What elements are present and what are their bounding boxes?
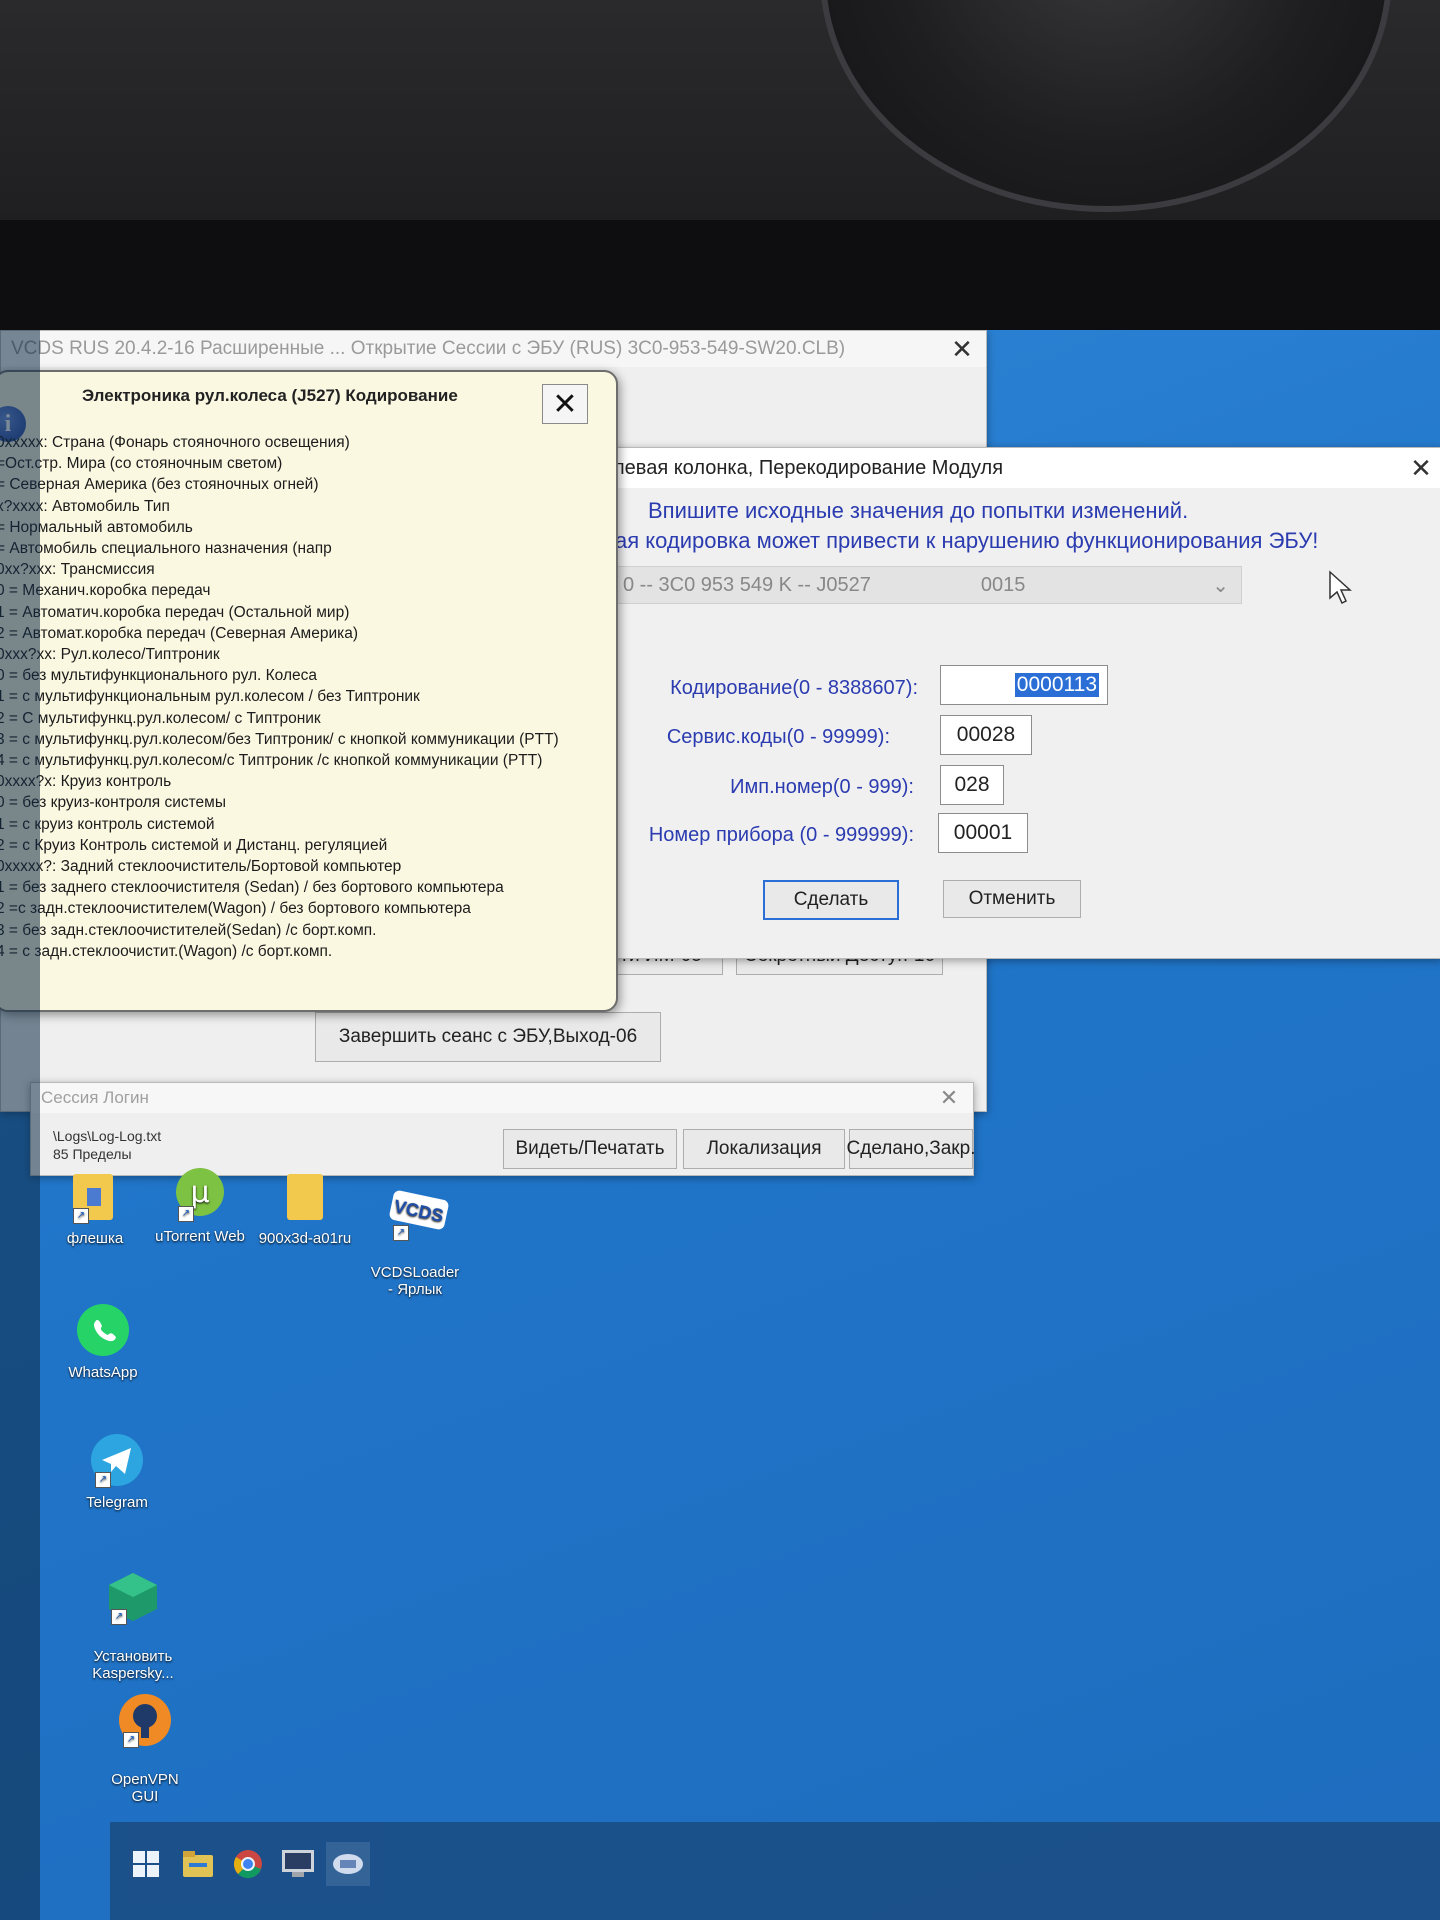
log-window-close-button[interactable]: ✕ — [935, 1084, 963, 1112]
info-line: 2 =с задн.стеклоочистителем(Wagon) / без… — [0, 900, 471, 918]
log-window-title: Сессия Логин — [41, 1088, 149, 1107]
coding-dialog-close-button[interactable]: ✕ — [1407, 454, 1435, 482]
warning-line-2: ая кодировка может привести к нарушению … — [615, 528, 1319, 553]
device-number-label: Номер прибора (0 - 999999): — [648, 824, 914, 846]
info-line: 4 = с задн.стеклоочистит.(Wagon) /с борт… — [0, 942, 333, 960]
log-path: \Logs\Log-Log.txt 85 Пределы — [53, 1127, 161, 1163]
close-icon: ✕ — [552, 387, 578, 421]
log-window-titlebar: Сессия Логин ✕ — [31, 1083, 973, 1113]
info-line: 0 = без мультифункционального рул. Колес… — [0, 667, 317, 685]
done-close-button[interactable]: Сделано,Закр. — [847, 1129, 975, 1169]
module-code: 0015 — [980, 573, 1026, 596]
service-code-label: Сервис.коды(0 - 99999): — [666, 726, 890, 748]
log-file-path: \Logs\Log-Log.txt — [53, 1128, 162, 1144]
info-line: 3 = с мультифункц.рул.колесом/без Типтро… — [0, 730, 559, 748]
file-explorer-icon[interactable] — [176, 1842, 220, 1886]
info-line: 3 = без задн.стеклоочистителей(Sedan) /с… — [0, 921, 377, 939]
desktop-icon-vcdsloader[interactable]: VCDS ↗ VCDSLoader - Ярлык — [360, 1168, 470, 1315]
info-line: 1 = с мультифункциональным рул.колесом /… — [0, 688, 420, 706]
info-line: 2 = с Круиз Контроль системой и Дистанц.… — [0, 836, 388, 854]
info-line: 1 = Автоматич.коробка передач (Остальной… — [0, 603, 350, 621]
chevron-down-icon[interactable]: ⌄ — [1212, 573, 1229, 598]
desktop-icon-utorrent[interactable]: µ ↗ uTorrent Web — [145, 1166, 255, 1245]
screen-edge-shadow — [0, 330, 40, 1920]
info-line: = Автомобиль специального назначения (на… — [0, 540, 332, 558]
info-line: 0 = без круиз-контроля системы — [0, 794, 226, 812]
info-line: 4 = с мультифункц.рул.колесом/с Типтрони… — [0, 752, 543, 770]
cancel-button[interactable]: Отменить — [943, 880, 1081, 918]
coding-input[interactable]: 0000113 — [940, 665, 1108, 705]
coding-info-popup: i Электроника рул.колеса (J527) Кодирова… — [0, 370, 618, 1012]
svg-text:µ: µ — [190, 1175, 209, 1210]
info-popup-close-button[interactable]: ✕ — [542, 384, 588, 424]
do-button[interactable]: Сделать — [763, 880, 899, 920]
view-print-button[interactable]: Видеть/Печатать — [503, 1129, 677, 1169]
desktop-icon-whatsapp[interactable]: WhatsApp — [48, 1302, 158, 1381]
main-window-close-button[interactable]: ✕ — [948, 335, 976, 363]
desktop-icon-telegram[interactable]: ↗ Telegram — [62, 1432, 172, 1511]
info-line: = Северная Америка (без стояночных огней… — [0, 476, 319, 494]
coding-label: Кодирование(0 - 8388607): — [670, 677, 918, 699]
info-popup-title: Электроника рул.колеса (J527) Кодировани… — [82, 386, 458, 405]
info-line: 0xxxxx?: Задний стеклоочиститель/Бортово… — [0, 858, 402, 876]
warning-line-1: Впишите исходные значения до попытки изм… — [648, 498, 1189, 523]
module-part-number: 0 -- 3C0 953 549 K -- J0527 — [623, 573, 871, 596]
coding-dialog-titlebar: левая колонка, Перекодирование Модуля ✕ — [601, 448, 1440, 488]
imp-number-value: 028 — [954, 773, 990, 796]
log-limit: 85 Пределы — [53, 1146, 132, 1162]
mouse-cursor-icon — [1329, 570, 1352, 605]
desktop-screen: VCDS RUS 20.4.2-16 Расширенные ... Откры… — [0, 330, 1440, 1920]
coding-value: 0000113 — [1014, 673, 1099, 697]
folder-icon — [287, 1174, 323, 1220]
desktop-icon-flashka[interactable]: ↗ флешка — [40, 1168, 150, 1247]
info-line: 2 = С мультифункц.рул.колесом/ с Типтрон… — [0, 709, 321, 727]
desktop-icon-900x3d[interactable]: 900x3d-a01ru — [250, 1168, 360, 1247]
vnc-icon[interactable] — [276, 1842, 320, 1886]
coding-dialog-title: левая колонка, Перекодирование Модуля — [613, 456, 1004, 479]
info-line: 0xxx?xx: Рул.колесо/Типтроник — [0, 646, 220, 664]
desktop-icon-openvpn[interactable]: ↗ OpenVPN GUI — [90, 1675, 200, 1822]
info-line: 1 = без заднего стеклоочистителя (Sedan)… — [0, 879, 504, 897]
info-line: =Ост.стр. Мира (со стояночным светом) — [0, 455, 283, 473]
info-line: 1 = с круиз контроль системой — [0, 815, 215, 833]
whatsapp-icon — [77, 1304, 129, 1356]
taskbar — [110, 1822, 1440, 1920]
info-line: 2 = Автомат.коробка передач (Северная Ам… — [0, 624, 359, 642]
info-line: 0xx?xxx: Трансмиссия — [0, 561, 155, 579]
session-log-window: Сессия Логин ✕ \Logs\Log-Log.txt 85 Пред… — [30, 1082, 975, 1176]
module-id-field: 0 -- 3C0 953 549 K -- J0527 0015 ⌄ — [612, 566, 1242, 604]
info-line: = Нормальный автомобиль — [0, 518, 193, 536]
info-lines: 0xxxxx: Страна (Фонарь стояночного освещ… — [0, 432, 559, 962]
device-number-value: 00001 — [953, 821, 1013, 844]
service-code-input[interactable]: 00028 — [940, 715, 1032, 755]
chrome-icon[interactable] — [226, 1842, 270, 1886]
main-window-titlebar: VCDS RUS 20.4.2-16 Расширенные ... Откры… — [1, 331, 986, 367]
info-line: 0xxxxx: Страна (Фонарь стояночного освещ… — [0, 434, 350, 451]
imp-number-label: Имп.номер(0 - 999): — [730, 776, 914, 798]
info-line: x?xxxx: Автомобиль Тип — [0, 497, 170, 515]
info-line: 0 = Механич.коробка передач — [0, 582, 211, 600]
localization-button[interactable]: Локализация — [683, 1129, 845, 1169]
vcds-taskbar-icon[interactable] — [326, 1842, 370, 1886]
windows-start-icon[interactable] — [124, 1842, 168, 1886]
service-code-value: 00028 — [956, 723, 1016, 746]
imp-number-input[interactable]: 028 — [940, 765, 1004, 805]
device-number-input[interactable]: 00001 — [938, 813, 1028, 853]
finish-session-button[interactable]: Завершить сеанс с ЭБУ,Выход-06 — [315, 1012, 661, 1062]
info-line: 0xxxx?x: Круиз контроль — [0, 773, 172, 791]
main-window-title: VCDS RUS 20.4.2-16 Расширенные ... Откры… — [11, 338, 846, 359]
